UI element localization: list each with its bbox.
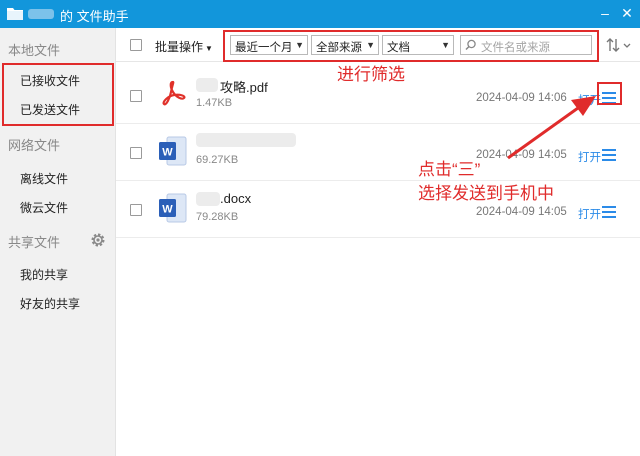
file-size: 79.28KB — [196, 211, 239, 223]
blurred-username — [28, 9, 54, 19]
file-date: 2024-04-09 14:05 — [476, 149, 567, 161]
batch-operation-label: 批量操作 — [155, 40, 204, 54]
file-checkbox[interactable] — [130, 147, 142, 159]
section-network-files[interactable]: 网络文件 — [8, 135, 60, 154]
file-name: .docx — [220, 191, 252, 206]
file-row[interactable]: W .docx 79.28KB 2024-04-09 14:05 打开 — [116, 182, 640, 238]
title-bar: 的 文件助手 – ✕ — [0, 0, 640, 28]
file-size: 1.47KB — [196, 97, 233, 109]
file-row[interactable]: W 69.27KB 2024-04-09 14:05 打开 — [116, 125, 640, 181]
annotation-box-sidebar — [2, 63, 114, 126]
window-title: 的 文件助手 — [60, 9, 129, 24]
sidebar-item-my-share[interactable]: 我的共享 — [20, 266, 68, 283]
svg-text:W: W — [162, 204, 173, 216]
chevron-down-icon: ▼ — [205, 44, 213, 53]
file-checkbox[interactable] — [130, 90, 142, 102]
annotation-filter-note: 进行筛选 — [337, 65, 405, 84]
file-date: 2024-04-09 14:05 — [476, 206, 567, 218]
more-menu-icon[interactable] — [602, 149, 616, 161]
folder-icon — [7, 8, 23, 20]
blurred-filename — [196, 78, 218, 92]
annotation-box-filters — [223, 30, 599, 62]
select-all-checkbox[interactable] — [130, 39, 142, 51]
svg-text:W: W — [162, 147, 173, 159]
close-button[interactable]: ✕ — [619, 5, 635, 21]
open-link[interactable]: 打开 — [578, 149, 601, 165]
section-shared-files[interactable]: 共享文件 — [8, 232, 60, 251]
file-name: 攻略.pdf — [220, 80, 268, 95]
open-link[interactable]: 打开 — [578, 206, 601, 222]
section-local-files[interactable]: 本地文件 — [8, 40, 60, 59]
pdf-file-icon — [162, 80, 186, 106]
gear-icon[interactable] — [90, 232, 106, 248]
more-menu-icon[interactable] — [602, 206, 616, 218]
annotation-box-menu — [597, 82, 622, 105]
sidebar-item-friend-share[interactable]: 好友的共享 — [20, 295, 80, 312]
sidebar-item-offline[interactable]: 离线文件 — [20, 170, 68, 187]
file-date: 2024-04-09 14:06 — [476, 92, 567, 104]
word-file-icon: W — [159, 193, 187, 223]
sidebar-item-weiyun[interactable]: 微云文件 — [20, 199, 68, 216]
annotation-click-note: 点击“三” — [418, 160, 481, 179]
sort-icon[interactable] — [604, 37, 634, 53]
file-size: 69.27KB — [196, 154, 239, 166]
minimize-button[interactable]: – — [597, 5, 613, 21]
blurred-filename — [196, 133, 296, 147]
file-checkbox[interactable] — [130, 204, 142, 216]
word-file-icon: W — [159, 136, 187, 166]
batch-operation-button[interactable]: 批量操作 ▼ — [155, 38, 213, 55]
annotation-send-note: 选择发送到手机中 — [418, 184, 554, 203]
blurred-filename — [196, 192, 220, 206]
